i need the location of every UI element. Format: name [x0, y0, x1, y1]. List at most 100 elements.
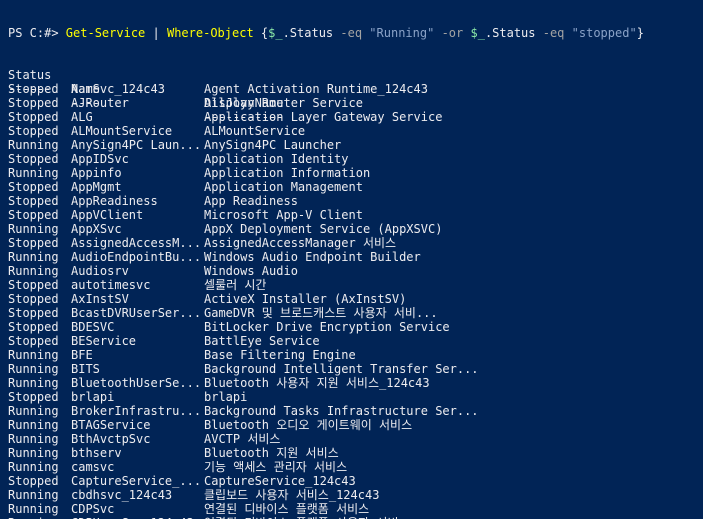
- service-display-name: Application Information: [204, 166, 371, 180]
- service-name: BthAvctpSvc: [71, 432, 151, 446]
- powershell-console[interactable]: PS C:#> Get-Service | Where-Object {$_.S…: [0, 0, 703, 519]
- service-display-name: AnySign4PC Launcher: [204, 138, 342, 152]
- service-status: Running: [8, 432, 59, 446]
- pipeline-variable: $_: [470, 26, 485, 40]
- service-name: ALMountService: [71, 124, 173, 138]
- service-status: Stopped: [8, 180, 59, 194]
- service-display-name: Windows Audio Endpoint Builder: [204, 250, 421, 264]
- service-display-name: Bluetooth 오디오 게이트웨이 서비스: [204, 418, 413, 432]
- service-status: Running: [8, 138, 59, 152]
- service-status: Stopped: [8, 292, 59, 306]
- service-name: AppReadiness: [71, 194, 158, 208]
- service-status: Stopped: [8, 320, 59, 334]
- service-name: AssignedAccessM...: [71, 236, 202, 250]
- service-status: Stopped: [8, 152, 59, 166]
- service-status: Stopped: [8, 96, 59, 110]
- service-status: Stopped: [8, 278, 59, 292]
- service-status: Stopped: [8, 306, 59, 320]
- service-status: Stopped: [8, 82, 59, 96]
- service-display-name: ALMountService: [204, 124, 306, 138]
- status-property: .Status: [484, 26, 543, 40]
- service-name: AarSvc_124c43: [71, 82, 165, 96]
- service-display-name: Microsoft App-V Client: [204, 208, 363, 222]
- service-status: Stopped: [8, 208, 59, 222]
- service-name: BluetoothUserSe...: [71, 376, 202, 390]
- service-status: Running: [8, 348, 59, 362]
- service-display-name: App Readiness: [204, 194, 298, 208]
- pipeline-variable: $_: [268, 26, 283, 40]
- table-header-rule: ------ ---- -----------: [0, 68, 283, 124]
- service-name: AudioEndpointBu...: [71, 250, 202, 264]
- command-prompt-line: PS C:#> Get-Service | Where-Object {$_.S…: [8, 26, 644, 40]
- service-display-name: AppX Deployment Service (AppXSVC): [204, 222, 443, 236]
- prompt-path: PS C:#>: [8, 26, 66, 40]
- service-display-name: 연결된 디바이스 플랫폼 서비스: [204, 502, 370, 516]
- service-status: Running: [8, 446, 59, 460]
- string-running: "Running": [369, 26, 435, 40]
- service-name: AppIDSvc: [71, 152, 129, 166]
- service-name: BFE: [71, 348, 93, 362]
- service-display-name: Background Tasks Infrastructure Ser...: [204, 404, 479, 418]
- service-name: AppMgmt: [71, 180, 122, 194]
- eq-operator: -eq: [340, 26, 363, 40]
- or-operator: -or: [441, 26, 464, 40]
- table-header: Status Name DisplayName: [0, 54, 283, 110]
- service-status: Running: [8, 222, 59, 236]
- service-display-name: Bluetooth 사용자 지원 서비스_124c43: [204, 376, 430, 390]
- service-name: cbdhsvc_124c43: [71, 488, 173, 502]
- service-status: Running: [8, 460, 59, 474]
- service-name: BrokerInfrastru...: [71, 404, 202, 418]
- service-display-name: Agent Activation Runtime_124c43: [204, 82, 428, 96]
- service-display-name: CaptureService_124c43: [204, 474, 356, 488]
- service-status: Stopped: [8, 124, 59, 138]
- string-stopped: "stopped": [571, 26, 637, 40]
- eq-operator: -eq: [542, 26, 565, 40]
- service-name: bthserv: [71, 446, 122, 460]
- service-status: Stopped: [8, 236, 59, 250]
- service-name: Appinfo: [71, 166, 122, 180]
- service-name: CaptureService_...: [71, 474, 202, 488]
- service-display-name: AllJoyn Router Service: [204, 96, 363, 110]
- service-display-name: Background Intelligent Transfer Ser...: [204, 362, 479, 376]
- service-display-name: Application Identity: [204, 152, 349, 166]
- service-display-name: AVCTP 서비스: [204, 432, 281, 446]
- service-display-name: BattlEye Service: [204, 334, 320, 348]
- service-display-name: Windows Audio: [204, 264, 298, 278]
- service-display-name: brlapi: [204, 390, 248, 404]
- service-status: Stopped: [8, 390, 59, 404]
- service-status: Running: [8, 404, 59, 418]
- service-name: Audiosrv: [71, 264, 129, 278]
- service-status: Stopped: [8, 110, 59, 124]
- service-status: Running: [8, 418, 59, 432]
- service-display-name: Bluetooth 지원 서비스: [204, 446, 339, 460]
- service-name: AppVClient: [71, 208, 144, 222]
- service-status: Running: [8, 264, 59, 278]
- cmdlet-get-service: Get-Service: [65, 26, 146, 40]
- service-display-name: Application Layer Gateway Service: [204, 110, 443, 124]
- pipe-operator: |: [145, 26, 167, 40]
- service-name: ALG: [71, 110, 93, 124]
- service-display-name: ActiveX Installer (AxInstSV): [204, 292, 407, 306]
- service-name: camsvc: [71, 460, 115, 474]
- service-status: Running: [8, 362, 59, 376]
- service-status: Running: [8, 250, 59, 264]
- service-display-name: Application Management: [204, 180, 363, 194]
- service-name: BDESVC: [71, 320, 115, 334]
- service-display-name: Base Filtering Engine: [204, 348, 356, 362]
- service-status: Stopped: [8, 474, 59, 488]
- service-name: brlapi: [71, 390, 115, 404]
- service-status: Stopped: [8, 334, 59, 348]
- cmdlet-where-object: Where-Object: [166, 26, 254, 40]
- service-status: Running: [8, 502, 59, 516]
- status-property: .Status: [282, 26, 341, 40]
- service-name: BEService: [71, 334, 137, 348]
- service-name: BITS: [71, 362, 100, 376]
- service-status: Running: [8, 166, 59, 180]
- service-name: BcastDVRUserSer...: [71, 306, 202, 320]
- service-display-name: GameDVR 및 브로드캐스트 사용자 서비...: [204, 306, 438, 320]
- close-brace: }: [636, 26, 644, 40]
- service-name: AJRouter: [71, 96, 129, 110]
- service-name: AnySign4PC Laun...: [71, 138, 202, 152]
